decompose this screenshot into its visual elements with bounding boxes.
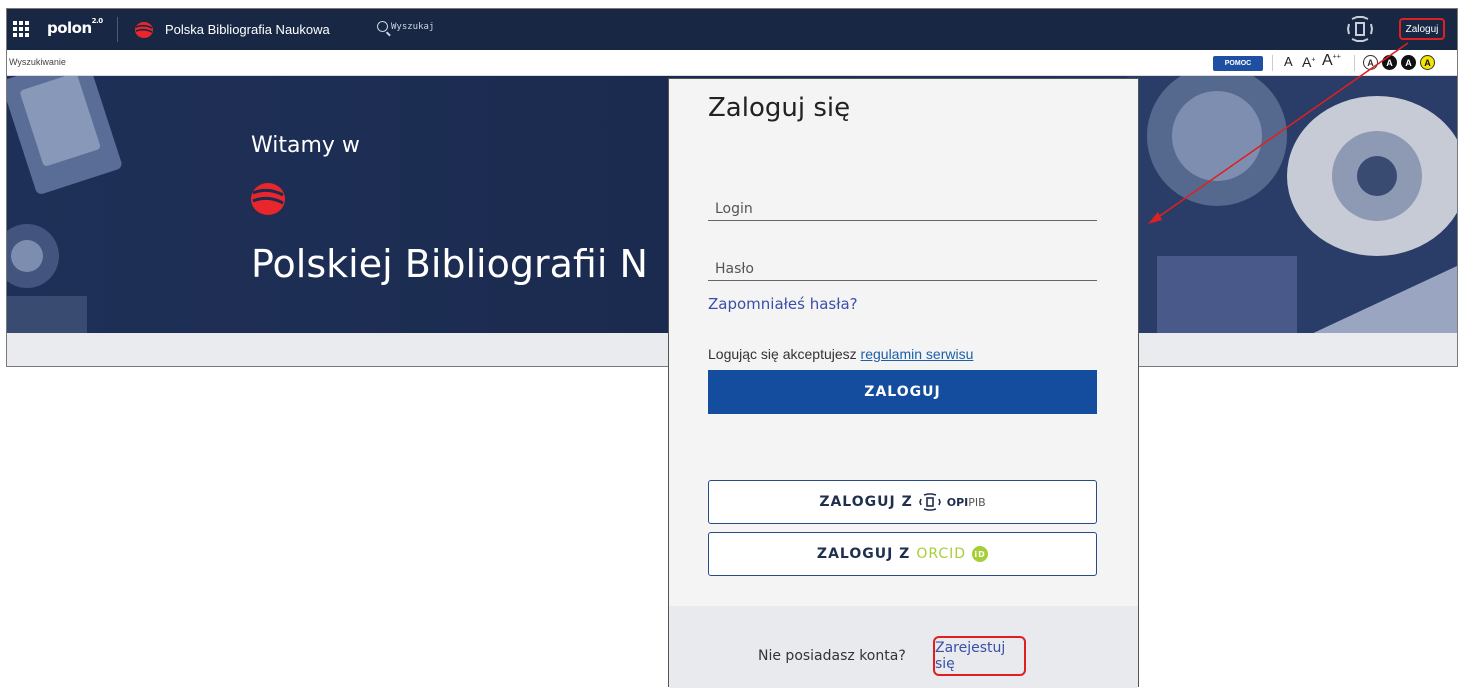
terms-prefix: Logując się akceptujesz: [708, 346, 857, 362]
orcid-wordmark: ORCID: [916, 546, 967, 562]
navbar-divider: [117, 17, 118, 42]
pbn-hero-logo-icon: [251, 183, 285, 215]
no-account-text: Nie posiadasz konta?: [758, 648, 906, 664]
terms-notice: Logując się akceptujesz regulamin serwis…: [708, 346, 973, 362]
orcid-icon: iD: [972, 546, 989, 562]
login-opi-button[interactable]: ZALOGUJ Z OPIPIB: [708, 480, 1097, 524]
login-panel: Zaloguj się Zapomniałeś hasła? Logując s…: [668, 78, 1139, 688]
opi-icon: [918, 493, 941, 511]
hero-title: Polskiej Bibliografii N: [251, 242, 648, 286]
font-size-medium-button[interactable]: A+: [1302, 54, 1315, 70]
hero-decoration-left: [7, 76, 122, 333]
login-link[interactable]: Zaloguj: [1399, 18, 1445, 40]
login-field[interactable]: [708, 193, 1097, 221]
search-icon[interactable]: [377, 21, 388, 32]
login-input[interactable]: [708, 193, 1097, 220]
register-link[interactable]: Zarejestuj się: [933, 636, 1026, 676]
opi-logo-icon: [1346, 16, 1374, 42]
login-submit-button[interactable]: ZALOGUJ: [708, 370, 1097, 414]
opi-button-label: ZALOGUJ Z: [819, 494, 913, 510]
toolbar-divider: [1354, 55, 1355, 71]
contrast-dark-button[interactable]: A: [1401, 55, 1416, 70]
contrast-default-button[interactable]: A: [1363, 55, 1378, 70]
help-button[interactable]: POMOC: [1213, 56, 1263, 71]
contrast-yellow-button[interactable]: A: [1420, 55, 1435, 70]
pbn-logo-icon: [135, 22, 153, 38]
hero-welcome-text: Witamy w: [251, 133, 360, 158]
contrast-dark-white-button[interactable]: A: [1382, 55, 1397, 70]
apps-grid-icon[interactable]: [13, 21, 29, 37]
search-box[interactable]: [377, 21, 481, 32]
breadcrumb[interactable]: Wyszukiwanie: [9, 57, 66, 67]
top-navbar: polon2.0 Polska Bibliografia Naukowa Zal…: [7, 9, 1457, 50]
search-input[interactable]: [391, 21, 481, 32]
login-title: Zaloguj się: [708, 93, 851, 123]
orcid-button-label: ZALOGUJ Z: [816, 546, 911, 562]
password-input[interactable]: [708, 253, 1097, 280]
terms-link[interactable]: regulamin serwisu: [861, 346, 974, 362]
register-footer: Nie posiadasz konta? Zarejestuj się: [669, 606, 1138, 688]
hero-decoration-right: [1127, 76, 1457, 333]
font-size-small-button[interactable]: A: [1284, 54, 1293, 69]
password-field[interactable]: [708, 253, 1097, 281]
sub-toolbar: Wyszukiwanie POMOC A A+ A++ A A A A: [7, 50, 1457, 76]
forgot-password-link[interactable]: Zapomniałeś hasła?: [708, 295, 858, 313]
polon-logo[interactable]: polon2.0: [47, 17, 103, 37]
font-size-large-button[interactable]: A++: [1322, 52, 1341, 70]
toolbar-divider: [1272, 55, 1273, 71]
login-orcid-button[interactable]: ZALOGUJ Z ORCID iD: [708, 532, 1097, 576]
opi-wordmark: OPIPIB: [946, 495, 986, 509]
app-name[interactable]: Polska Bibliografia Naukowa: [165, 22, 330, 37]
